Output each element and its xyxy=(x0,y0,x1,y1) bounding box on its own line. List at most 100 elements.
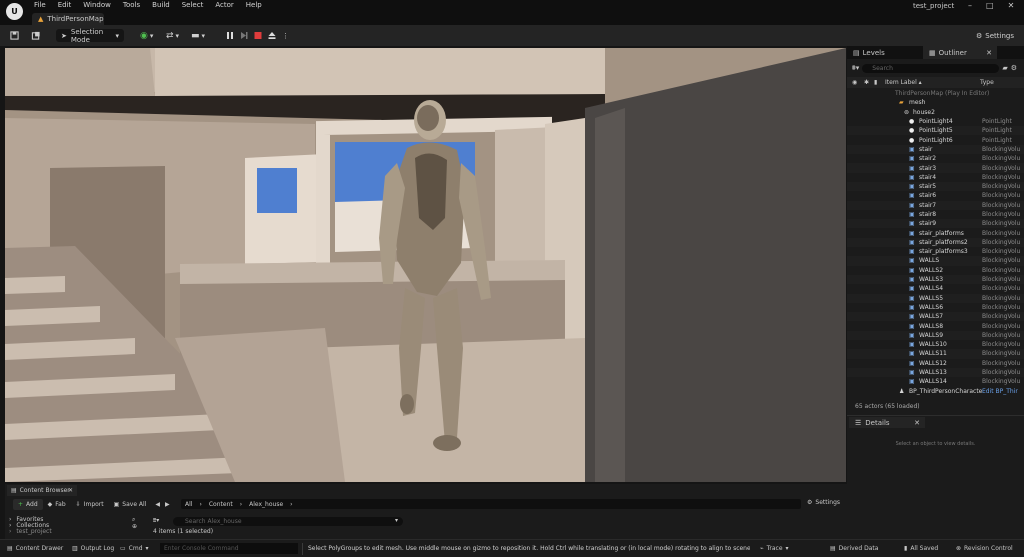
import-button[interactable]: ⇩ Import xyxy=(71,499,109,510)
close-tab-icon[interactable]: ✕ xyxy=(986,49,992,57)
list-item[interactable]: ● PointLight5 PointLight xyxy=(847,126,1024,136)
add-content-button[interactable]: ◉ ▾ xyxy=(140,29,153,42)
menu-select[interactable]: Select xyxy=(182,1,204,9)
more-options-icon[interactable]: ⋮ xyxy=(282,32,289,40)
visibility-icon[interactable]: ◉ xyxy=(852,79,857,86)
list-item[interactable]: ▣ WALLS9 BlockingVolu xyxy=(847,330,1024,341)
revision-control-button[interactable]: ⊗ Revision Control xyxy=(956,545,1013,552)
list-item[interactable]: ▣ stair_platforms2 BlockingVolu xyxy=(847,237,1024,248)
list-item[interactable]: ▣ stair8 BlockingVolu xyxy=(847,210,1024,219)
lock-icon[interactable]: ▮ xyxy=(874,79,877,86)
fab-button[interactable]: ◆ Fab xyxy=(43,499,71,510)
tab-outliner[interactable]: ▦ Outliner ✕ xyxy=(923,46,997,59)
browse-icon[interactable] xyxy=(31,29,41,42)
list-item[interactable]: ▣ stair_platforms BlockingVolu xyxy=(847,228,1024,237)
breadcrumb-content[interactable]: Content xyxy=(209,501,233,508)
menu-tools[interactable]: Tools xyxy=(123,1,140,9)
tab-content-browser[interactable]: ▤ Content Browser ✕ xyxy=(7,485,77,496)
level-viewport[interactable] xyxy=(5,48,846,482)
list-item[interactable]: ▣ stair9 BlockingVolu xyxy=(847,219,1024,229)
derived-data-button[interactable]: ▤ Derived Data xyxy=(830,545,878,552)
list-item[interactable]: ▰ mesh xyxy=(847,98,1024,107)
filter-icon[interactable]: ⩩▾ xyxy=(852,64,859,73)
menu-edit[interactable]: Edit xyxy=(58,1,72,9)
list-item[interactable]: ▣ WALLS2 BlockingVolu xyxy=(847,266,1024,275)
pin-icon[interactable]: ✱ xyxy=(864,79,869,86)
close-tab-icon[interactable]: ✕ xyxy=(914,419,920,427)
history-back-icon[interactable]: ◀ xyxy=(155,501,160,508)
output-log-button[interactable]: ▥ Output Log xyxy=(72,545,114,552)
console-command-input[interactable]: Enter Console Command xyxy=(160,543,298,554)
column-type[interactable]: Type xyxy=(980,79,994,86)
save-all-button[interactable]: ▣ Save All xyxy=(109,499,152,510)
list-item[interactable]: ▣ WALLS5 BlockingVolu xyxy=(847,293,1024,303)
tab-details[interactable]: ☰ Details ✕ xyxy=(849,417,925,428)
list-item[interactable]: ▣ WALLS12 BlockingVolu xyxy=(847,359,1024,368)
unreal-logo-icon[interactable]: U xyxy=(6,3,23,20)
list-item[interactable]: ▣ WALLS14 BlockingVolu xyxy=(847,377,1024,386)
list-item[interactable]: ▣ WALLS3 BlockingVolu xyxy=(847,274,1024,285)
save-all-label: Save All xyxy=(122,500,147,508)
menu-help[interactable]: Help xyxy=(246,1,262,9)
close-button[interactable]: ✕ xyxy=(1008,1,1015,10)
add-collection-icon[interactable]: ⊕ xyxy=(132,523,137,530)
project-row[interactable]: › test_project xyxy=(9,528,139,535)
menu-actor[interactable]: Actor xyxy=(215,1,233,9)
close-tab-icon[interactable]: ✕ xyxy=(68,487,73,494)
history-forward-icon[interactable]: ▶ xyxy=(165,501,170,508)
cb-settings-button[interactable]: ⚙ Settings xyxy=(807,499,840,506)
list-item[interactable]: ▣ stair2 BlockingVolu xyxy=(847,154,1024,163)
filter-icon[interactable]: ⩩▾ xyxy=(153,517,159,525)
column-item-label[interactable]: Item Label ▴ xyxy=(885,79,922,86)
add-folder-icon[interactable]: ▰ xyxy=(1002,64,1007,72)
list-item[interactable]: ▣ stair4 BlockingVolu xyxy=(847,173,1024,182)
list-item[interactable]: ♟ BP_ThirdPersonCharacte Edit BP_Thir xyxy=(847,387,1024,396)
chevron-down-icon[interactable]: ▾ xyxy=(395,517,398,524)
list-item[interactable]: ▣ WALLS BlockingVolu xyxy=(847,256,1024,266)
add-button[interactable]: + Add xyxy=(13,498,43,510)
toolbar-settings-button[interactable]: ⚙ Settings xyxy=(976,29,1014,42)
list-item[interactable]: ⊚ house2 xyxy=(847,108,1024,117)
row-type[interactable]: Edit BP_Thir xyxy=(982,388,1022,395)
cinematics-button[interactable]: ▬ ▾ xyxy=(191,29,205,42)
list-item[interactable]: ▣ stair3 BlockingVolu xyxy=(847,163,1024,173)
list-item[interactable]: ▣ WALLS4 BlockingVolu xyxy=(847,284,1024,293)
list-item[interactable]: ● PointLight6 PointLight xyxy=(847,135,1024,144)
breadcrumb-all[interactable]: All xyxy=(185,501,192,508)
list-item[interactable]: ▣ stair BlockingVolu xyxy=(847,144,1024,155)
maximize-button[interactable]: □ xyxy=(986,1,994,10)
pause-icon[interactable] xyxy=(226,31,234,40)
tab-third-person-map[interactable]: ▲ ThirdPersonMap xyxy=(32,13,104,25)
blueprint-button[interactable]: ⇄ ▾ xyxy=(166,29,179,42)
list-item[interactable]: ThirdPersonMap (Play In Editor) xyxy=(847,89,1024,98)
list-item[interactable]: ▣ WALLS10 BlockingVolu xyxy=(847,340,1024,349)
eject-icon[interactable] xyxy=(268,31,276,40)
list-item[interactable]: ▣ WALLS11 BlockingVolu xyxy=(847,349,1024,359)
stop-icon[interactable] xyxy=(254,31,262,40)
list-item[interactable]: ▣ stair5 BlockingVolu xyxy=(847,181,1024,192)
cmd-dropdown[interactable]: ▭ Cmd ▾ xyxy=(120,545,149,552)
trace-button[interactable]: ⌁ Trace ▾ xyxy=(760,545,789,552)
menu-build[interactable]: Build xyxy=(152,1,170,9)
gear-icon[interactable]: ⚙ xyxy=(1011,64,1017,72)
menu-window[interactable]: Window xyxy=(83,1,111,9)
breadcrumb-folder[interactable]: Alex_house xyxy=(249,501,283,508)
minimize-button[interactable]: – xyxy=(968,1,972,10)
list-item[interactable]: ▣ WALLS7 BlockingVolu xyxy=(847,312,1024,322)
list-item[interactable]: ▣ WALLS13 BlockingVolu xyxy=(847,367,1024,378)
selection-mode-dropdown[interactable]: ➤ Selection Mode ▾ xyxy=(56,28,124,44)
content-drawer-button[interactable]: ▤ Content Drawer xyxy=(7,545,63,552)
list-item[interactable]: ▣ WALLS8 BlockingVolu xyxy=(847,321,1024,330)
menu-file[interactable]: File xyxy=(34,1,46,9)
step-icon[interactable] xyxy=(240,31,248,40)
list-item[interactable]: ▣ stair6 BlockingVolu xyxy=(847,191,1024,200)
save-icon[interactable] xyxy=(10,29,19,42)
list-item[interactable]: ▣ WALLS6 BlockingVolu xyxy=(847,303,1024,312)
all-saved-button[interactable]: ▮ All Saved xyxy=(904,545,938,552)
list-item[interactable]: ▣ stair7 BlockingVolu xyxy=(847,200,1024,210)
outliner-search-input[interactable]: Search xyxy=(862,63,1000,73)
list-item[interactable]: ● PointLight4 PointLight xyxy=(847,117,1024,126)
tab-levels[interactable]: ▤ Levels xyxy=(847,46,921,59)
cb-search-input[interactable]: Search Alex_house xyxy=(173,517,403,526)
list-item[interactable]: ▣ stair_platforms3 BlockingVolu xyxy=(847,247,1024,256)
